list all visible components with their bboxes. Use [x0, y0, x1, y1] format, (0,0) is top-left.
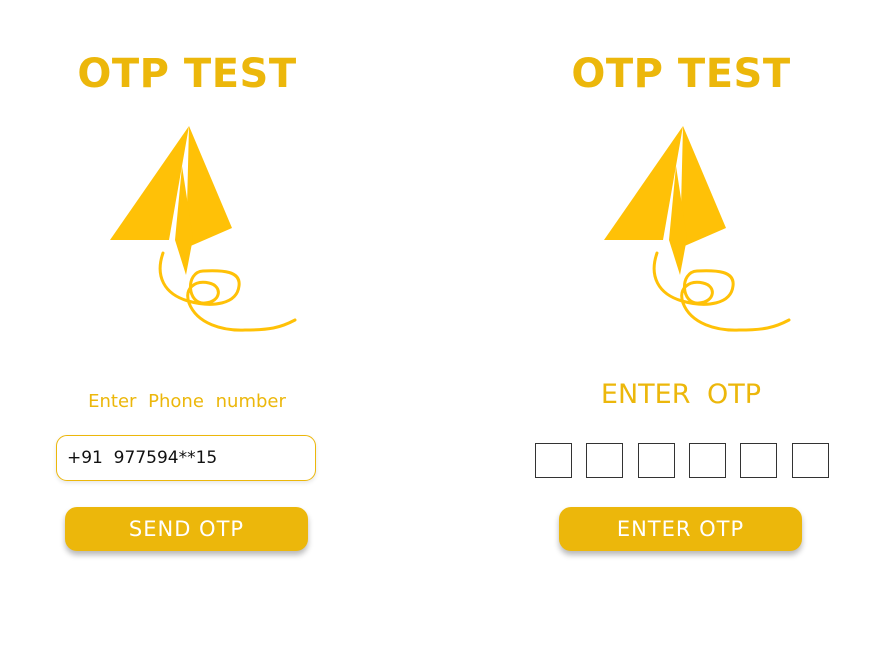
otp-digit-1[interactable] — [535, 443, 572, 478]
otp-digit-3[interactable] — [638, 443, 675, 478]
send-otp-screen: OTP TEST Enter Phone number SEND OTP — [37, 0, 337, 667]
paper-plane-icon — [110, 126, 297, 332]
otp-digit-2[interactable] — [586, 443, 623, 478]
phone-number-input[interactable] — [56, 435, 316, 481]
otp-input-group — [535, 443, 831, 479]
phone-number-label: Enter Phone number — [88, 391, 286, 412]
enter-otp-button[interactable]: ENTER OTP — [559, 507, 802, 551]
enter-otp-screen: OTP TEST ENTER OTP ENTER OTP — [531, 0, 831, 667]
otp-digit-4[interactable] — [689, 443, 726, 478]
send-otp-button[interactable]: SEND OTP — [65, 507, 308, 551]
page-title: OTP TEST — [77, 51, 297, 97]
paper-plane-icon — [604, 126, 791, 332]
page-title: OTP TEST — [571, 51, 791, 97]
otp-label: ENTER OTP — [600, 379, 762, 410]
otp-digit-5[interactable] — [740, 443, 777, 478]
otp-digit-6[interactable] — [792, 443, 829, 478]
